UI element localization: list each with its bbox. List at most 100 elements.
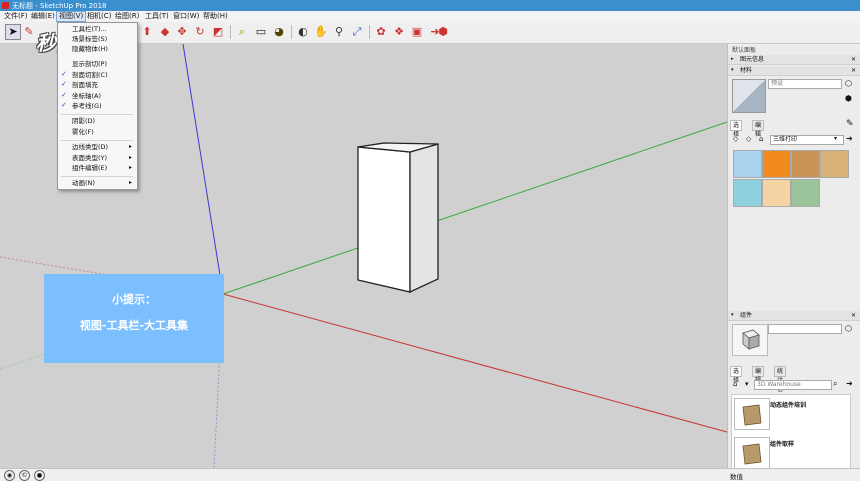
folder-icon [742,404,762,426]
menu-draw[interactable]: 绘图(R) [113,12,141,21]
tab-edit[interactable]: 编辑 [752,120,765,138]
menu-edit[interactable]: 编辑(E) [29,12,57,21]
material-swatch[interactable] [762,150,791,178]
pan-tool-icon[interactable]: ✋ [314,25,328,39]
push-pull-tool-icon[interactable]: ⬆ [140,25,154,39]
menu-file[interactable]: 文件(F) [2,12,30,21]
title-bar: 无标题 - SketchUp Pro 2018 [0,0,860,11]
material-name-field[interactable]: 预设 [768,79,842,89]
view-menu-item-section-planes[interactable]: 显示剖切(P) [72,60,107,69]
tab-statistics[interactable]: 统计信息 [774,366,787,402]
follow-me-tool-icon[interactable]: ◆ [158,25,172,39]
list-item[interactable] [734,437,770,469]
component-search-input[interactable]: 3D Warehouse [754,380,832,390]
sample-paint-icon[interactable]: ⬢ [845,94,852,103]
submenu-arrow-icon: ▸ [128,179,132,186]
material-swatch[interactable] [762,179,791,207]
move-tool-icon[interactable]: ✥ [175,25,189,39]
view-menu-dropdown: 工具栏(T)... 场景标签(S) 隐藏物体(H) 显示剖切(P) ✓ 剖面切割… [57,22,138,190]
view-menu-item-guides[interactable]: 参考线(G) [72,102,102,111]
menu-view[interactable]: 视图(V) [56,11,87,22]
extension-warehouse-icon[interactable]: ❖ [392,25,406,39]
entity-info-header[interactable]: ▸ 图元信息 ✕ [728,55,860,65]
tip-overlay: 小提示： 视图-工具栏-大工具集 [44,274,224,363]
create-component-icon[interactable]: ⬡ [845,324,852,333]
material-library-select[interactable]: 三维打印 [770,135,844,145]
view-menu-item-shadows[interactable]: 阴影(D) [72,117,95,126]
eraser-tool-icon[interactable]: ✎ [22,25,36,39]
status-bar: ◉ © ● 数值 [0,468,860,481]
box-front-face[interactable] [357,146,411,293]
view-menu-item-section-cuts[interactable]: 剖面切割(C) [72,71,108,80]
component-preview [732,324,768,356]
checkmark-icon: ✓ [61,101,67,109]
material-swatch[interactable] [820,150,849,178]
create-material-icon[interactable]: ⬡ [845,79,852,88]
view-menu-item-component-edit[interactable]: 组件编辑(E) [72,164,107,173]
paint-bucket-tool-icon[interactable]: ◕ [272,25,286,39]
menu-tools[interactable]: 工具(T) [143,12,171,21]
orbit-tool-icon[interactable]: ◐ [296,25,310,39]
material-swatch[interactable] [733,179,762,207]
default-tray: 默认面板 ▸ 图元信息 ✕ ▾ 材料 ✕ 预设 ⬡ ⬢ 选择 编辑 ✎ ◇ ◇ … [727,44,860,470]
user-icon[interactable]: ● [34,470,45,481]
menu-help[interactable]: 帮助(H) [201,12,230,21]
list-item[interactable] [734,398,770,430]
view-menu-item-axes[interactable]: 坐标轴(A) [72,92,101,101]
text-tool-icon[interactable]: ▭ [254,25,268,39]
pin-icon[interactable]: ✕ [851,55,856,64]
3d-warehouse-icon[interactable]: ✿ [374,25,388,39]
collapse-arrow-icon: ▾ [731,312,734,318]
tip-heading: 小提示： [112,293,156,306]
select-tool-icon[interactable]: ➤ [5,24,21,40]
component-name-field[interactable] [768,324,842,334]
view-menu-item-section-fill[interactable]: 剖面填充 [72,81,98,90]
component-item-label[interactable]: 组件取样 [770,439,794,448]
submenu-arrow-icon: ▸ [128,164,132,171]
tab-select[interactable]: 选择 [730,120,743,138]
menu-camera[interactable]: 相机(C) [85,12,113,21]
component-item-label[interactable]: 动态组件培训 [770,400,806,409]
components-header[interactable]: ▾ 组件 ✕ [728,311,860,321]
dropdown-icon[interactable]: ▾ [745,380,749,388]
pin-icon[interactable]: ✕ [851,311,856,320]
view-menu-item-face-style[interactable]: 表面类型(Y) [72,154,107,163]
forward-icon[interactable]: ◇ [746,135,751,143]
scale-tool-icon[interactable]: ◩ [211,25,225,39]
view-menu-item-scene-tabs[interactable]: 场景标签(S) [72,35,107,44]
view-menu-item-fog[interactable]: 雾化(F) [72,128,94,137]
materials-header[interactable]: ▾ 材料 ✕ [728,66,860,76]
view-menu-item-toolbars[interactable]: 工具栏(T)... [72,25,107,34]
view-menu-item-hidden-geometry[interactable]: 隐藏物体(H) [72,45,108,54]
extension-manager-icon[interactable]: ⬢ [436,25,450,39]
chevron-down-icon[interactable]: ▾ [834,135,837,142]
material-swatch[interactable] [791,150,820,178]
rotate-tool-icon[interactable]: ↻ [193,25,207,39]
tape-measure-tool-icon[interactable]: ⌕ [235,25,249,39]
tab-edit[interactable]: 编辑 [752,366,765,384]
view-menu-item-animation[interactable]: 动画(N) [72,179,95,188]
zoom-extents-tool-icon[interactable]: ⤢ [350,25,364,39]
search-icon[interactable]: ⌕ [833,379,837,389]
material-swatch[interactable] [733,150,762,178]
pin-icon[interactable]: ✕ [851,66,856,75]
menu-window[interactable]: 窗口(W) [171,12,201,21]
box-side-face[interactable] [409,143,439,294]
tray-title: 默认面板 [732,47,757,54]
view-menu-item-edge-style[interactable]: 边线类型(D) [72,143,108,152]
credits-icon[interactable]: © [19,470,30,481]
layout-icon[interactable]: ▣ [410,25,424,39]
back-icon[interactable]: ◇ [733,135,738,143]
geolocation-icon[interactable]: ◉ [4,470,15,481]
tab-select[interactable]: 选择 [730,366,743,384]
home-icon[interactable]: ⌂ [759,135,763,143]
details-icon[interactable]: ➜ [846,379,853,388]
tip-text: 视图-工具栏-大工具集 [79,319,189,332]
home-icon[interactable]: ⌂ [733,380,737,388]
zoom-tool-icon[interactable]: ⚲ [332,25,346,39]
eyedropper-icon[interactable]: ✎ [846,119,854,129]
material-swatch[interactable] [791,179,820,207]
checkmark-icon: ✓ [61,91,67,99]
details-icon[interactable]: ➜ [846,134,853,143]
menu-separator [61,140,133,141]
